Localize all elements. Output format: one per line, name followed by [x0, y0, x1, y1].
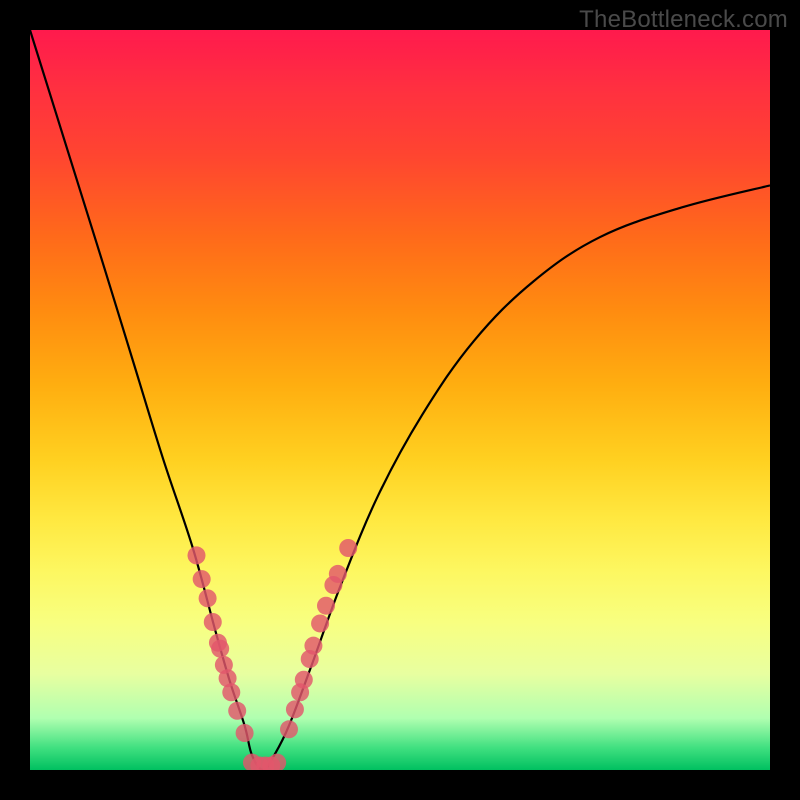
- data-point: [199, 589, 217, 607]
- data-point: [204, 613, 222, 631]
- data-point: [311, 614, 329, 632]
- watermark-text: TheBottleneck.com: [579, 6, 788, 34]
- data-point: [222, 683, 240, 701]
- data-point: [304, 637, 322, 655]
- data-point: [193, 570, 211, 588]
- plot-area: [30, 30, 770, 770]
- data-point: [295, 671, 313, 689]
- chart-frame: TheBottleneck.com: [0, 0, 800, 800]
- data-point: [211, 640, 229, 658]
- data-point: [339, 539, 357, 557]
- data-point: [188, 546, 206, 564]
- data-point: [286, 700, 304, 718]
- data-point: [228, 702, 246, 720]
- data-point: [268, 754, 286, 770]
- data-point: [317, 597, 335, 615]
- scatter-points: [188, 539, 358, 770]
- scatter-layer: [30, 30, 770, 770]
- data-point: [329, 565, 347, 583]
- data-point: [280, 720, 298, 738]
- data-point: [236, 724, 254, 742]
